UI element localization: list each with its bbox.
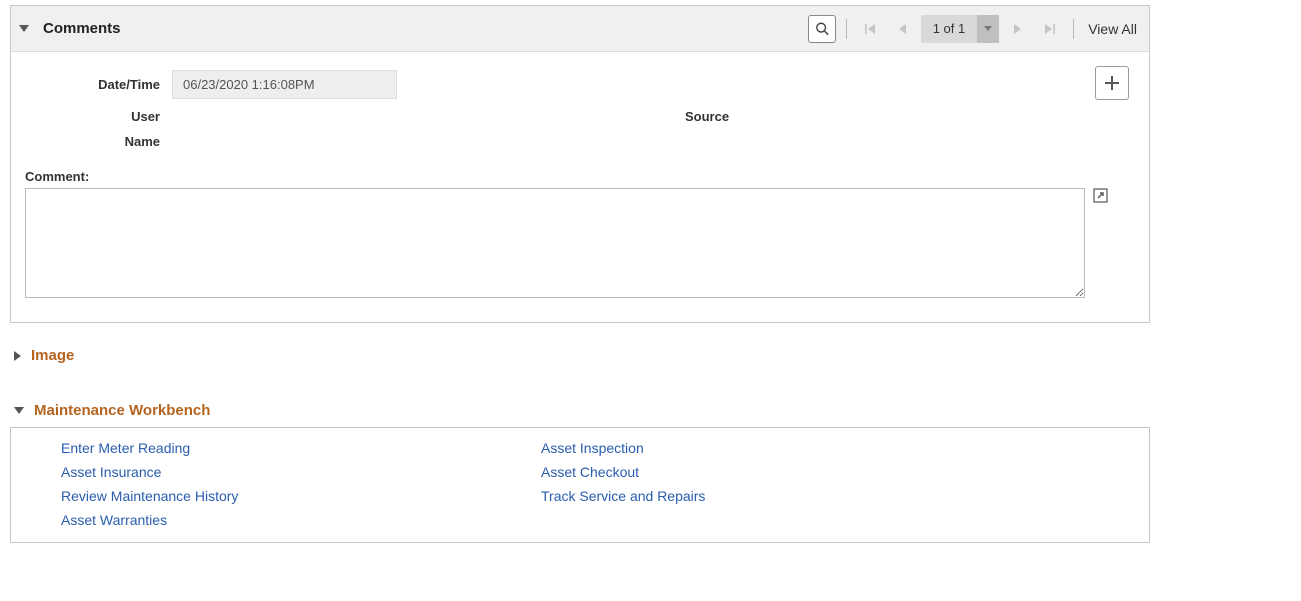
chevron-down-icon [984, 26, 992, 31]
expand-icon [1093, 188, 1108, 203]
chevron-right-icon [14, 351, 21, 361]
toolbar-divider [846, 19, 847, 39]
plus-icon [1104, 75, 1120, 91]
page-indicator[interactable]: 1 of 1 [921, 15, 1000, 43]
workbench-links-right: Asset Inspection Asset Checkout Track Se… [541, 440, 705, 528]
link-asset-inspection[interactable]: Asset Inspection [541, 440, 705, 456]
name-label: Name [25, 134, 160, 149]
workbench-box: Enter Meter Reading Asset Insurance Revi… [10, 427, 1150, 543]
workbench-section-title: Maintenance Workbench [34, 402, 210, 419]
link-asset-checkout[interactable]: Asset Checkout [541, 464, 705, 480]
source-label: Source [685, 109, 729, 124]
grid-toolbar: 1 of 1 [808, 15, 1141, 43]
user-label: User [25, 109, 160, 124]
chevron-down-icon[interactable] [19, 25, 29, 32]
link-review-maintenance-history[interactable]: Review Maintenance History [61, 488, 541, 504]
view-all-link[interactable]: View All [1088, 21, 1137, 37]
page-dropdown[interactable] [977, 15, 999, 43]
prev-page-button[interactable] [889, 15, 917, 43]
link-asset-warranties[interactable]: Asset Warranties [61, 512, 541, 528]
workbench-links-left: Enter Meter Reading Asset Insurance Revi… [61, 440, 541, 528]
last-page-button[interactable] [1035, 15, 1063, 43]
next-page-button[interactable] [1003, 15, 1031, 43]
link-track-service-repairs[interactable]: Track Service and Repairs [541, 488, 705, 504]
comment-label: Comment: [25, 169, 1135, 184]
search-icon [815, 21, 829, 36]
chevron-left-icon [898, 23, 908, 35]
comments-body: Date/Time 06/23/2020 1:16:08PM User Name… [11, 52, 1149, 322]
toolbar-divider [1073, 19, 1074, 39]
search-button[interactable] [808, 15, 836, 43]
first-page-button[interactable] [857, 15, 885, 43]
image-section-toggle[interactable]: Image [14, 347, 1150, 364]
comments-section: Comments [10, 5, 1150, 323]
comments-header: Comments [11, 6, 1149, 52]
link-asset-insurance[interactable]: Asset Insurance [61, 464, 541, 480]
last-page-icon [1043, 23, 1055, 35]
chevron-right-icon [1012, 23, 1022, 35]
comment-textarea[interactable] [25, 188, 1085, 298]
link-enter-meter-reading[interactable]: Enter Meter Reading [61, 440, 541, 456]
expand-textarea-button[interactable] [1093, 188, 1108, 203]
datetime-label: Date/Time [25, 77, 160, 92]
add-row-button[interactable] [1095, 66, 1129, 100]
first-page-icon [865, 23, 877, 35]
workbench-section-toggle[interactable]: Maintenance Workbench [14, 402, 1150, 419]
datetime-value: 06/23/2020 1:16:08PM [172, 70, 397, 99]
page-indicator-text: 1 of 1 [921, 21, 978, 36]
image-section-title: Image [31, 347, 74, 364]
chevron-down-icon [14, 407, 24, 414]
comments-title: Comments [43, 20, 121, 37]
